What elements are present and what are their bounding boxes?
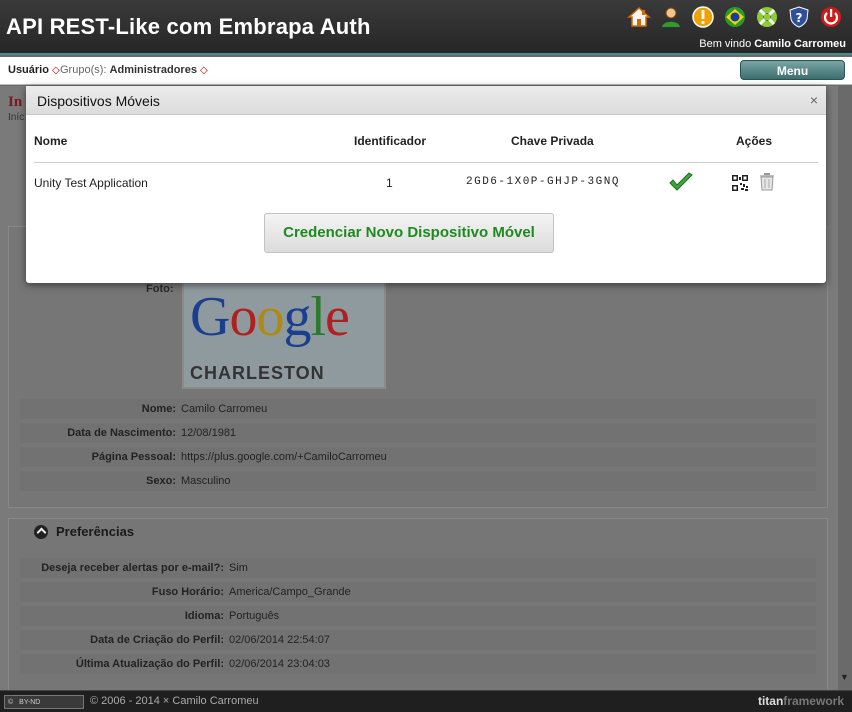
user-info: Usuário ◇: [8, 64, 60, 76]
cc-icon: ©: [8, 698, 14, 706]
preference-row: Idioma: Português: [20, 606, 816, 626]
register-new-device-button[interactable]: Credenciar Novo Dispositivo Móvel: [264, 213, 554, 253]
profile-row: Sexo: Masculino: [20, 471, 816, 491]
row-label: Idioma:: [184, 610, 224, 622]
device-identifier: 1: [386, 176, 393, 190]
license-text: BY-ND: [19, 698, 41, 706]
profile-row: Página Pessoal: https://plus.google.com/…: [20, 447, 816, 467]
modal-header: Dispositivos Móveis ×: [26, 86, 826, 115]
brazil-flag-icon[interactable]: [722, 4, 748, 30]
welcome-prefix: Bem vindo: [699, 38, 752, 50]
photo-label: Foto:: [146, 283, 174, 295]
help-shield-icon[interactable]: ?: [786, 4, 812, 30]
profile-photo: Google CHARLESTON ROAD: [182, 281, 386, 389]
photo-logo-letter: G: [190, 286, 230, 348]
license-badge[interactable]: © BY-ND: [4, 695, 84, 709]
top-header: API REST-Like com Embrapa Auth ? Bem vin…: [0, 0, 852, 55]
menu-button[interactable]: Menu: [740, 60, 845, 80]
preferences-heading[interactable]: Preferências: [34, 524, 134, 539]
group-value[interactable]: Administradores: [110, 64, 197, 76]
table-divider: [34, 162, 818, 163]
scroll-down-icon[interactable]: ▼: [840, 672, 849, 682]
welcome-message: Bem vindo Camilo Carromeu: [699, 38, 846, 50]
preference-row: Fuso Horário: America/Campo_Grande: [20, 582, 816, 602]
photo-logo-letter: l: [310, 286, 326, 348]
power-icon[interactable]: [818, 4, 844, 30]
collapse-icon[interactable]: [34, 524, 48, 539]
row-value: Camilo Carromeu: [181, 403, 268, 415]
lifebuoy-icon[interactable]: [754, 4, 780, 30]
row-value: Masculino: [181, 475, 231, 487]
photo-logo-letter: o: [256, 286, 284, 348]
breadcrumb: Iníc: [8, 112, 25, 123]
framework-logo[interactable]: titanframework: [758, 694, 844, 708]
row-label: Página Pessoal:: [91, 451, 176, 463]
diamond-icon: ◇: [52, 65, 60, 76]
row-value: 02/06/2014 23:04:03: [229, 658, 330, 670]
qr-code-icon[interactable]: [731, 174, 749, 197]
home-icon[interactable]: [626, 4, 652, 30]
user-icon[interactable]: [658, 4, 684, 30]
column-header-private-key: Chave Privada: [511, 134, 594, 148]
svg-text:?: ?: [796, 11, 803, 25]
row-label: Deseja receber alertas por e-mail?:: [41, 562, 224, 574]
brand-b: framework: [783, 694, 844, 708]
row-label: Data de Nascimento:: [67, 427, 176, 439]
preferences-title: Preferências: [56, 524, 135, 539]
column-header-name: Nome: [34, 134, 68, 148]
welcome-user: Camilo Carromeu: [754, 38, 846, 50]
mobile-devices-modal: Dispositivos Móveis × Nome Identificador…: [26, 86, 826, 283]
profile-row: Data de Nascimento: 12/08/1981: [20, 423, 816, 443]
modal-title: Dispositivos Móveis: [37, 93, 160, 109]
trash-icon[interactable]: [758, 172, 776, 197]
column-header-identifier: Identificador: [354, 134, 427, 148]
column-header-actions: Ações: [736, 134, 773, 148]
check-icon[interactable]: [668, 172, 694, 199]
row-value: Sim: [229, 562, 248, 574]
alert-icon[interactable]: [690, 4, 716, 30]
row-label: Sexo:: [146, 475, 176, 487]
header-icon-bar: ?: [626, 4, 844, 30]
close-icon[interactable]: ×: [810, 92, 818, 108]
row-value: Português: [229, 610, 280, 622]
device-name: Unity Test Application: [34, 176, 148, 190]
preference-row: Deseja receber alertas por e-mail?: Sim: [20, 558, 816, 578]
device-private-key: 2GD6-1X0P-GHJP-3GNQ: [466, 176, 620, 188]
preference-row: Data de Criação do Perfil: 02/06/2014 22…: [20, 630, 816, 650]
row-label: Nome:: [141, 403, 176, 415]
row-label: Data de Criação do Perfil:: [90, 634, 224, 646]
app-title: API REST-Like com Embrapa Auth: [6, 14, 371, 39]
user-label[interactable]: Usuário: [8, 64, 49, 76]
row-label: Última Atualização do Perfil:: [75, 658, 224, 670]
photo-logo-letter: o: [229, 286, 257, 348]
photo-logo-letter: e: [325, 286, 350, 348]
photo-logo-letter: g: [283, 286, 311, 348]
row-value: 02/06/2014 22:54:07: [229, 634, 330, 646]
row-value: America/Campo_Grande: [229, 586, 351, 598]
page-title: In: [8, 94, 23, 110]
profile-row: Nome: Camilo Carromeu: [20, 399, 816, 419]
page-scrollbar[interactable]: ▼: [838, 86, 852, 690]
user-subbar: Usuário ◇ Grupo(s): Administradores ◇ Me…: [0, 57, 852, 85]
row-value: 12/08/1981: [181, 427, 237, 439]
row-value[interactable]: https://plus.google.com/+CamiloCarromeu: [181, 451, 387, 463]
photo-logo-text: Google: [190, 285, 350, 349]
row-label: Fuso Horário:: [151, 586, 224, 598]
group-prefix: Grupo(s):: [60, 64, 107, 76]
footer: © BY-ND © 2006 - 2014 × Camilo Carromeu …: [0, 690, 852, 712]
brand-a: titan: [757, 694, 784, 708]
diamond-icon: ◇: [200, 65, 208, 76]
copyright-text: © 2006 - 2014 × Camilo Carromeu: [90, 695, 259, 707]
preference-row: Última Atualização do Perfil: 02/06/2014…: [20, 654, 816, 674]
photo-caption: CHARLESTON ROAD: [190, 363, 325, 387]
group-info: Grupo(s): Administradores ◇: [60, 64, 208, 76]
